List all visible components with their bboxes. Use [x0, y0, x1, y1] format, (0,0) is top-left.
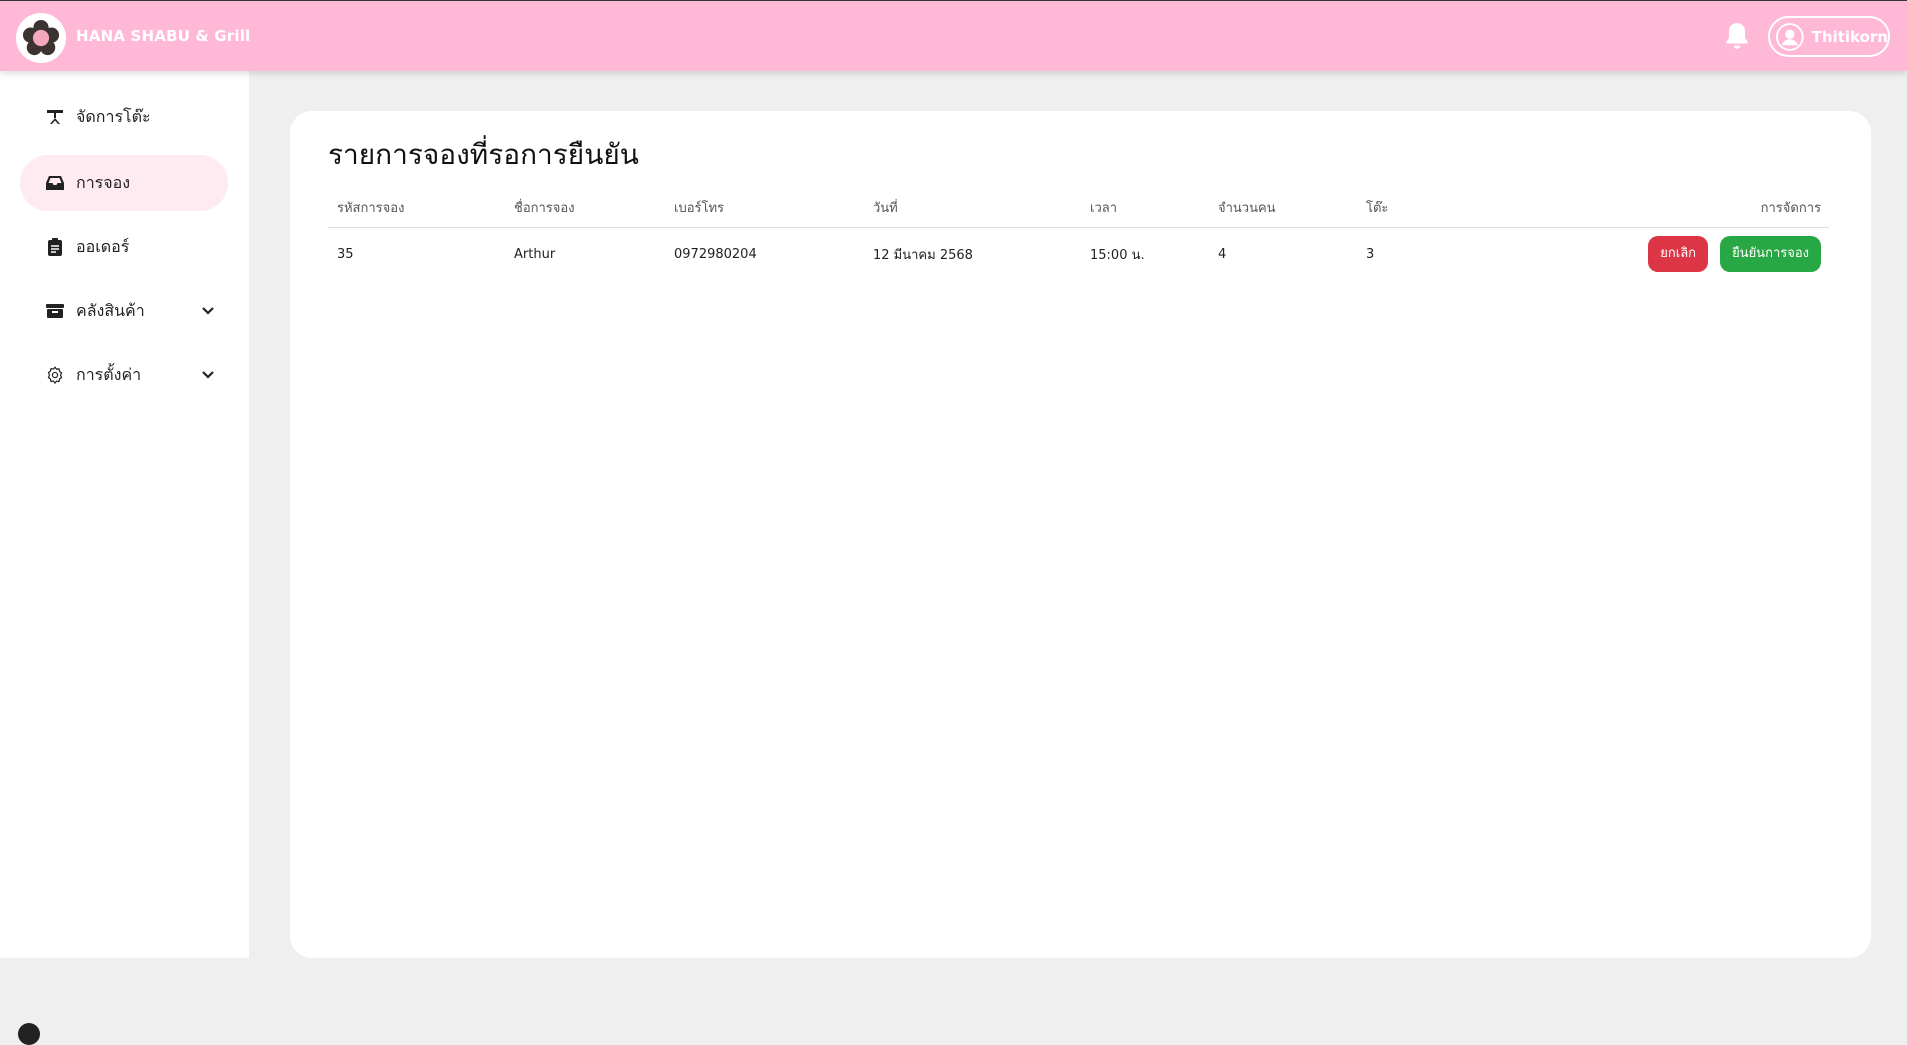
sidebar-item-label: การตั้งค่า	[76, 364, 142, 384]
gear-icon	[46, 366, 64, 384]
sidebar-item-inventory[interactable]: คลังสินค้า	[20, 283, 228, 339]
user-avatar-icon	[1776, 22, 1804, 51]
cell-table: 3	[1366, 246, 1375, 262]
sidebar-item-label: คลังสินค้า	[76, 300, 145, 320]
confirm-reservation-button[interactable]: ยืนยันการจอง	[1720, 236, 1821, 273]
table-icon	[46, 108, 64, 126]
page-title: รายการจองที่รอการยืนยัน	[328, 138, 639, 171]
cell-time: 15:00 น.	[1090, 247, 1145, 263]
table-header-row: รหัสการจอง ชื่อการจอง เบอร์โทร วันที่ เว…	[328, 189, 1829, 228]
sidebar-item-settings[interactable]: การตั้งค่า	[20, 347, 228, 403]
top-header: HANA SHABU & Grill Thitikorn	[0, 0, 1907, 71]
sidebar-item-label: การจอง	[76, 172, 131, 192]
column-header-table: โต๊ะ	[1357, 189, 1457, 228]
notification-bell-icon[interactable]	[1724, 21, 1752, 51]
sidebar: จัดการโต๊ะ การจอง ออเดอร์ คลังสินค้า การ…	[0, 71, 249, 1045]
cancel-button[interactable]: ยกเลิก	[1648, 236, 1709, 273]
sidebar-item-label: จัดการโต๊ะ	[76, 106, 151, 126]
chevron-down-icon[interactable]	[200, 303, 216, 319]
pending-reservations-card: รายการจองที่รอการยืนยัน รหัสการจอง ชื่อก…	[290, 111, 1871, 958]
column-header-phone: เบอร์โทร	[665, 189, 864, 228]
sidebar-item-label: ออเดอร์	[76, 236, 130, 256]
sidebar-item-table-management[interactable]: จัดการโต๊ะ	[20, 89, 228, 145]
sidebar-item-reservations[interactable]: การจอง	[20, 155, 228, 211]
column-header-booking-id: รหัสการจอง	[328, 189, 505, 228]
cell-booking-id: 35	[337, 246, 354, 262]
sidebar-item-orders[interactable]: ออเดอร์	[20, 219, 228, 275]
cell-date: 12 มีนาคม 2568	[873, 247, 973, 263]
archive-icon	[46, 302, 64, 320]
column-header-date: วันที่	[864, 189, 1081, 228]
table-row: 35 Arthur 0972980204 12 มีนาคม 2568 15:0…	[328, 227, 1829, 281]
inbox-icon	[46, 174, 64, 192]
flower-logo-icon	[22, 19, 60, 56]
help-bubble[interactable]	[18, 1023, 40, 1045]
cell-actions: ยกเลิก ยืนยันการจอง	[1457, 227, 1829, 281]
user-menu-button[interactable]: Thitikorn	[1768, 16, 1890, 57]
clipboard-icon	[46, 238, 64, 256]
column-header-guests: จำนวนคน	[1209, 189, 1357, 228]
column-header-actions: การจัดการ	[1457, 189, 1829, 228]
brand-name: HANA SHABU & Grill	[76, 27, 251, 45]
column-header-time: เวลา	[1081, 189, 1209, 228]
cell-guests: 4	[1218, 246, 1227, 262]
brand-logo[interactable]	[16, 13, 66, 63]
cell-phone: 0972980204	[674, 246, 757, 262]
chevron-down-icon[interactable]	[200, 367, 216, 383]
cell-booking-name: Arthur	[514, 246, 556, 262]
user-name: Thitikorn	[1811, 27, 1888, 46]
column-header-booking-name: ชื่อการจอง	[505, 189, 665, 228]
reservations-table: รหัสการจอง ชื่อการจอง เบอร์โทร วันที่ เว…	[328, 189, 1829, 281]
